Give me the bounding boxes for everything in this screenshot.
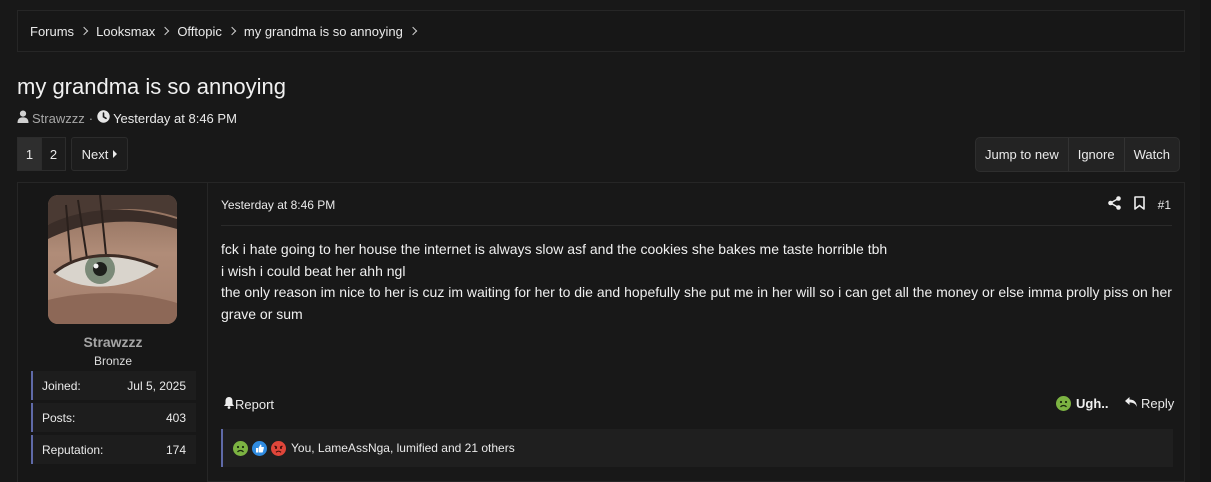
- caret-right-icon: [113, 150, 118, 158]
- post-header-actions: #1: [1107, 196, 1171, 213]
- reaction-button[interactable]: Ugh..: [1056, 396, 1109, 411]
- stat-label: Posts:: [42, 410, 76, 425]
- jump-to-new-button[interactable]: Jump to new: [976, 138, 1069, 171]
- stat-label: Joined:: [42, 378, 81, 393]
- post-divider: [221, 225, 1172, 226]
- stat-value: Jul 5, 2025: [127, 378, 186, 393]
- user-stat-reputation: Reputation: 174: [31, 435, 196, 464]
- reply-label: Reply: [1141, 396, 1175, 411]
- report-label: Report: [235, 396, 275, 412]
- user-icon: [17, 110, 29, 126]
- post-body: fck i hate going to her house the intern…: [221, 239, 1176, 325]
- like-reaction-icon: [252, 440, 267, 456]
- page-title: my grandma is so annoying: [17, 74, 287, 99]
- share-icon[interactable]: [1107, 196, 1121, 213]
- breadcrumb: Forums Looksmax Offtopic my grandma is s…: [17, 10, 1185, 52]
- post-main: Yesterday at 8:46 PM #1 fck i hate going…: [209, 183, 1184, 482]
- ugh-reaction-icon: [233, 440, 248, 456]
- post-number-link[interactable]: #1: [1158, 198, 1171, 212]
- chevron-right-icon: [408, 26, 418, 36]
- thread-author-link[interactable]: Strawzzz: [32, 111, 85, 126]
- user-title: Bronze: [93, 354, 133, 368]
- post: Strawzzz Bronze Joined: Jul 5, 2025 Post…: [17, 182, 1185, 482]
- next-page-button[interactable]: Next: [71, 137, 128, 171]
- reply-button[interactable]: Reply: [1124, 396, 1174, 411]
- stat-value: 174: [165, 442, 186, 457]
- breadcrumb-offtopic[interactable]: Offtopic: [177, 24, 244, 39]
- ignore-button[interactable]: Ignore: [1069, 138, 1125, 171]
- breadcrumb-looksmax[interactable]: Looksmax: [96, 24, 177, 39]
- next-label: Next: [81, 146, 109, 162]
- reply-icon: [1124, 396, 1138, 411]
- page-frame: Forums Looksmax Offtopic my grandma is s…: [0, 0, 1200, 482]
- reactions-bar[interactable]: You, LameAssNga, lumified and 21 others: [221, 429, 1173, 467]
- breadcrumb-forums[interactable]: Forums: [30, 24, 96, 39]
- user-pane: Strawzzz Bronze Joined: Jul 5, 2025 Post…: [18, 183, 208, 482]
- post-line: the only reason im nice to her is cuz im…: [221, 284, 1172, 322]
- thread-meta: Strawzzz · Yesterday at 8:46 PM: [17, 110, 237, 126]
- pagination: 1 2 Next: [17, 137, 128, 171]
- breadcrumb-label: Offtopic: [177, 23, 222, 39]
- clock-icon: [97, 110, 110, 126]
- user-name[interactable]: Strawzzz: [18, 334, 208, 350]
- meta-separator: ·: [88, 110, 94, 126]
- angry-reaction-icon: [271, 440, 286, 456]
- chevron-right-icon: [161, 26, 170, 36]
- page-1-button[interactable]: 1: [17, 137, 42, 171]
- user-stat-posts: Posts: 403: [31, 403, 196, 432]
- user-stat-joined: Joined: Jul 5, 2025: [31, 371, 196, 400]
- page-2-button[interactable]: 2: [42, 137, 66, 171]
- bookmark-icon[interactable]: [1133, 196, 1145, 213]
- chevron-right-icon: [79, 26, 89, 36]
- avatar[interactable]: [48, 195, 177, 324]
- post-line: fck i hate going to her house the intern…: [221, 241, 888, 257]
- bell-icon: [223, 396, 235, 412]
- breadcrumb-thread[interactable]: my grandma is so annoying: [244, 24, 425, 39]
- post-date-link[interactable]: Yesterday at 8:46 PM: [221, 198, 335, 212]
- thread-date-link[interactable]: Yesterday at 8:46 PM: [113, 111, 237, 126]
- stat-label: Reputation:: [42, 442, 104, 457]
- breadcrumb-label: Forums: [30, 23, 75, 39]
- post-line: i wish i could beat her ahh ngl: [221, 262, 406, 279]
- report-button[interactable]: Report: [223, 396, 274, 412]
- chevron-right-icon: [227, 26, 237, 36]
- breadcrumb-label: my grandma is so annoying: [243, 23, 403, 39]
- thread-actions: Jump to new Ignore Watch: [975, 137, 1180, 172]
- reaction-label: Ugh..: [1076, 396, 1109, 411]
- watch-button[interactable]: Watch: [1125, 138, 1179, 171]
- ugh-reaction-icon: [1056, 396, 1071, 411]
- stat-value[interactable]: 403: [166, 411, 186, 425]
- breadcrumb-label: Looksmax: [96, 23, 156, 39]
- reactions-summary: You, LameAssNga, lumified and 21 others: [291, 441, 515, 455]
